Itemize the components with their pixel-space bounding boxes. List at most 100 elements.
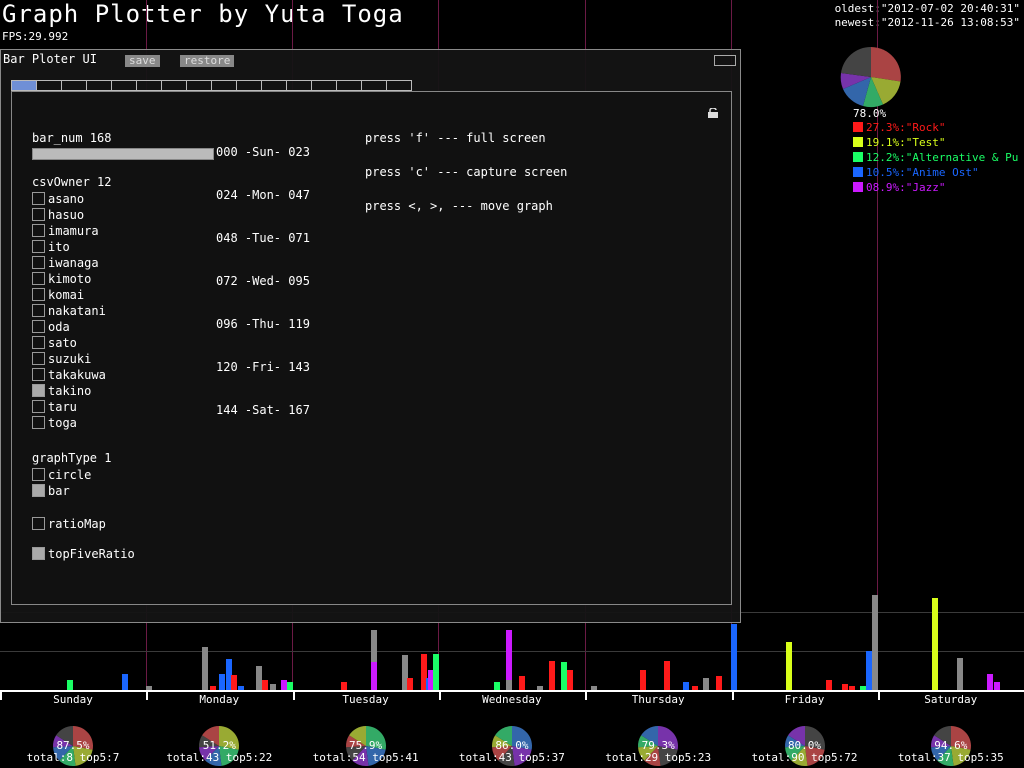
graph-type-checkbox-bar[interactable] bbox=[32, 484, 45, 497]
bar-num-label: bar_num 168 bbox=[32, 131, 112, 145]
bar-rock bbox=[407, 678, 413, 690]
legend-swatch bbox=[853, 137, 863, 147]
owner-label-nakatani: nakatani bbox=[48, 304, 106, 318]
owner-checkbox-toga[interactable] bbox=[32, 416, 45, 429]
owner-checkbox-sato[interactable] bbox=[32, 336, 45, 349]
tab-13[interactable] bbox=[311, 80, 337, 91]
bar-other bbox=[202, 647, 208, 690]
bar-rock bbox=[341, 682, 347, 690]
owner-checkbox-oda[interactable] bbox=[32, 320, 45, 333]
owner-label-komai: komai bbox=[48, 288, 85, 302]
tab-14[interactable] bbox=[336, 80, 362, 91]
bar-test bbox=[786, 642, 792, 690]
bar-rock bbox=[664, 661, 670, 690]
lock-icon[interactable] bbox=[707, 108, 719, 118]
day-tick bbox=[731, 690, 734, 700]
owner-checkbox-ito[interactable] bbox=[32, 240, 45, 253]
ratio-map-checkbox[interactable] bbox=[32, 517, 45, 530]
tab-6[interactable] bbox=[136, 80, 162, 91]
tab-12[interactable] bbox=[286, 80, 312, 91]
legend-swatch bbox=[853, 167, 863, 177]
owner-checkbox-iwanaga[interactable] bbox=[32, 256, 45, 269]
bar-rock bbox=[549, 661, 555, 690]
day-label-monday: Monday bbox=[199, 693, 240, 706]
owner-checkbox-takino[interactable] bbox=[32, 384, 45, 397]
graph-type-label-circle: circle bbox=[48, 468, 92, 482]
day-tick bbox=[0, 690, 2, 700]
legend-item: 10.5%:"Anime Ost" bbox=[853, 166, 979, 179]
legend-text: 12.2%:"Alternative & Pu bbox=[866, 151, 1019, 164]
tab-7[interactable] bbox=[161, 80, 187, 91]
legend-text: 27.3%:"Rock" bbox=[866, 121, 946, 134]
bar-anime bbox=[219, 674, 225, 690]
owner-checkbox-taru[interactable] bbox=[32, 400, 45, 413]
day-label-tuesday: Tuesday bbox=[342, 693, 389, 706]
tab-10[interactable] bbox=[236, 80, 262, 91]
restore-button[interactable]: restore bbox=[180, 55, 235, 67]
day-tick bbox=[585, 690, 588, 700]
bar-anime bbox=[122, 674, 128, 690]
graph-type-checkbox-circle[interactable] bbox=[32, 468, 45, 481]
tab-5[interactable] bbox=[111, 80, 137, 91]
owner-checkbox-komai[interactable] bbox=[32, 288, 45, 301]
bar-rock bbox=[826, 680, 832, 690]
bar-jazz bbox=[987, 674, 993, 690]
owner-checkbox-kimoto[interactable] bbox=[32, 272, 45, 285]
day-tick bbox=[146, 690, 149, 700]
bar-ploter-window[interactable]: Bar Ploter UI save restore controlPanel … bbox=[0, 49, 741, 623]
owner-label-toga: toga bbox=[48, 416, 77, 430]
tab-8[interactable] bbox=[186, 80, 212, 91]
bar-alt bbox=[67, 680, 73, 690]
top-five-ratio-checkbox[interactable] bbox=[32, 547, 45, 560]
owner-label-takakuwa: takakuwa bbox=[48, 368, 106, 382]
owner-label-ito: ito bbox=[48, 240, 70, 254]
tab-9[interactable] bbox=[211, 80, 237, 91]
legend-item: 27.3%:"Rock" bbox=[853, 121, 945, 134]
tab-1[interactable] bbox=[11, 80, 37, 91]
tab-16[interactable] bbox=[386, 80, 412, 91]
day-range-label: 096 -Thu- 119 bbox=[216, 317, 310, 331]
owner-checkbox-suzuki[interactable] bbox=[32, 352, 45, 365]
bar-rock bbox=[567, 670, 573, 690]
save-button[interactable]: save bbox=[125, 55, 160, 67]
bar-num-slider[interactable] bbox=[32, 148, 214, 160]
tab-3[interactable] bbox=[61, 80, 87, 91]
owner-label-takino: takino bbox=[48, 384, 92, 398]
day-tick bbox=[877, 690, 880, 700]
day-label-sunday: Sunday bbox=[53, 693, 93, 706]
bar-anime bbox=[683, 682, 689, 690]
day-label-saturday: Saturday bbox=[924, 693, 978, 706]
tab-11[interactable] bbox=[261, 80, 287, 91]
bar-anime bbox=[731, 624, 737, 690]
day-tick bbox=[292, 690, 295, 700]
fps-readout: FPS:29.992 bbox=[2, 30, 69, 43]
tab-2[interactable] bbox=[36, 80, 62, 91]
bar-other bbox=[957, 658, 963, 690]
time-axis bbox=[0, 690, 1024, 692]
owner-checkbox-asano[interactable] bbox=[32, 192, 45, 205]
legend-swatch bbox=[853, 122, 863, 132]
day-total: total:29 top5:23 bbox=[605, 751, 712, 764]
day-range-label: 000 -Sun- 023 bbox=[216, 145, 310, 159]
day-total: total:54 top5:41 bbox=[312, 751, 419, 764]
owner-checkbox-takakuwa[interactable] bbox=[32, 368, 45, 381]
bar-alt bbox=[287, 682, 293, 690]
bar-jazz bbox=[371, 662, 377, 690]
day-range-label: 048 -Tue- 071 bbox=[216, 231, 310, 245]
bar-rock bbox=[262, 680, 268, 690]
ratio-map-label: ratioMap bbox=[48, 517, 106, 531]
tab-4[interactable] bbox=[86, 80, 112, 91]
tab-15[interactable] bbox=[361, 80, 387, 91]
graph-type-label-bar: bar bbox=[48, 484, 70, 498]
owner-checkbox-nakatani[interactable] bbox=[32, 304, 45, 317]
window-minimize-button[interactable] bbox=[714, 55, 736, 66]
csv-owner-label: csvOwner 12 bbox=[32, 175, 112, 189]
legend-text: 08.9%:"Jazz" bbox=[866, 181, 946, 194]
day-total: total:43 top5:37 bbox=[458, 751, 565, 764]
oldest-date: oldest:"2012-07-02 20:40:31" bbox=[834, 2, 1020, 15]
summary-ratio: 78.0% bbox=[853, 107, 887, 120]
bar-test bbox=[932, 598, 938, 690]
owner-checkbox-imamura[interactable] bbox=[32, 224, 45, 237]
owner-label-taru: taru bbox=[48, 400, 77, 414]
owner-checkbox-hasuo[interactable] bbox=[32, 208, 45, 221]
